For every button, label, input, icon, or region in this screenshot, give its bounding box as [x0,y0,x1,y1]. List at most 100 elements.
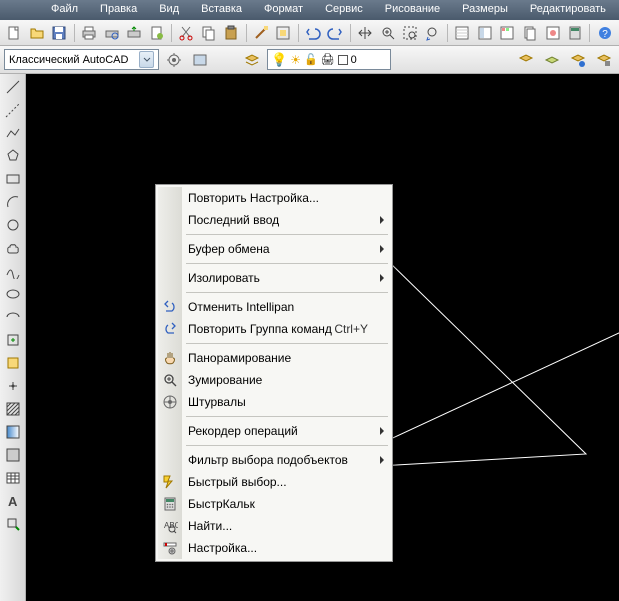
bulb-icon: 💡 [271,52,287,68]
print-button[interactable] [79,22,100,44]
undo-button[interactable] [303,22,324,44]
ellipse-arc-tool[interactable] [2,306,24,328]
chevron-right-icon [380,216,384,224]
polygon-tool[interactable] [2,145,24,167]
mtext-tool[interactable]: A [2,490,24,512]
ctx-clipboard[interactable]: Буфер обмена [158,238,390,260]
layer-name: 0 [351,54,357,66]
copy-button[interactable] [198,22,219,44]
chevron-right-icon [380,456,384,464]
ctx-find[interactable]: ABC Найти... [158,515,390,537]
save-button[interactable] [49,22,70,44]
menu-draw[interactable]: Рисование [374,0,451,20]
my-workspace-button[interactable] [189,49,211,71]
ctx-pan[interactable]: Панорамирование [158,347,390,369]
ctx-action-recorder[interactable]: Рекордер операций [158,420,390,442]
redo-button[interactable] [325,22,346,44]
options-icon [162,540,178,556]
layer-props-button[interactable] [241,49,263,71]
line-tool[interactable] [2,76,24,98]
polyline-tool[interactable] [2,122,24,144]
svg-text:A: A [8,494,18,509]
construction-line-tool[interactable] [2,99,24,121]
ctx-subobject-filter[interactable]: Фильтр выбора подобъектов [158,449,390,471]
secondary-toolbar: Классический AutoCAD 💡 ☀ 🔓 🖨 0 [0,46,619,74]
sun-icon: ☀ [290,53,301,67]
ctx-redo[interactable]: Повторить Группа команд Ctrl+Y [158,318,390,340]
quick-select-icon [162,474,178,490]
draw-toolbar: A [0,74,26,601]
workspace-settings-button[interactable] [163,49,185,71]
layer-combo[interactable]: 💡 ☀ 🔓 🖨 0 [267,49,391,70]
ctx-zoom[interactable]: Зумирование [158,369,390,391]
ctx-last-input[interactable]: Последний ввод [158,209,390,231]
help-button[interactable]: ? [594,22,615,44]
publish-button[interactable] [124,22,145,44]
zoom-realtime-button[interactable] [377,22,398,44]
menu-insert[interactable]: Вставка [190,0,253,20]
circle-tool[interactable] [2,214,24,236]
undo-icon [162,299,178,315]
match-props-button[interactable] [251,22,272,44]
new-button[interactable] [4,22,25,44]
workspace-combo[interactable]: Классический AutoCAD [4,49,159,70]
point-tool[interactable] [2,375,24,397]
paste-button[interactable] [221,22,242,44]
hatch-tool[interactable] [2,398,24,420]
menu-tools[interactable]: Сервис [314,0,374,20]
pan-icon [162,350,178,366]
properties-button[interactable] [452,22,473,44]
design-center-button[interactable] [475,22,496,44]
table-tool[interactable] [2,467,24,489]
add-selected-tool[interactable] [2,513,24,535]
svg-text:ABC: ABC [164,521,178,530]
sheet-set-button[interactable] [520,22,541,44]
ctx-quick-select[interactable]: Быстрый выбор... [158,471,390,493]
menu-modify[interactable]: Редактировать [519,0,617,20]
make-block-tool[interactable] [2,352,24,374]
menu-edit[interactable]: Правка [89,0,148,20]
layer-iso-button[interactable] [567,49,589,71]
redo-icon [162,321,178,337]
markup-button[interactable] [542,22,563,44]
gradient-tool[interactable] [2,421,24,443]
plot-icon: 🖨 [321,53,335,66]
pan-button[interactable] [355,22,376,44]
cut-button[interactable] [176,22,197,44]
ctx-options[interactable]: Настройка... [158,537,390,559]
menu-dimension[interactable]: Размеры [451,0,519,20]
ctx-steering-wheels[interactable]: Штурвалы [158,391,390,413]
arc-tool[interactable] [2,191,24,213]
ctx-undo[interactable]: Отменить Intellipan [158,296,390,318]
print-preview-button[interactable] [101,22,122,44]
revision-cloud-tool[interactable] [2,237,24,259]
ctx-quickcalc[interactable]: БыстрКальк [158,493,390,515]
ctx-repeat[interactable]: Повторить Настройка... [158,187,390,209]
menu-view[interactable]: Вид [148,0,190,20]
chevron-right-icon [380,427,384,435]
ctx-isolate[interactable]: Изолировать [158,267,390,289]
menu-format[interactable]: Формат [253,0,314,20]
spline-tool[interactable] [2,260,24,282]
color-swatch [338,55,348,65]
layer-states-button[interactable] [515,49,537,71]
steering-icon [162,394,178,410]
rectangle-tool[interactable] [2,168,24,190]
zoom-previous-button[interactable] [422,22,443,44]
zoom-window-button[interactable] [400,22,421,44]
standard-toolbar: ? [0,20,619,46]
ellipse-tool[interactable] [2,283,24,305]
menu-file[interactable]: Файл [40,0,89,20]
layer-match-button[interactable] [593,49,615,71]
insert-block-tool[interactable] [2,329,24,351]
layer-previous-button[interactable] [541,49,563,71]
quickcalc-button[interactable] [565,22,586,44]
tool-palettes-button[interactable] [497,22,518,44]
plot-styles-button[interactable] [146,22,167,44]
open-button[interactable] [27,22,48,44]
svg-text:?: ? [602,29,608,40]
block-editor-button[interactable] [273,22,294,44]
zoom-icon [162,372,178,388]
region-tool[interactable] [2,444,24,466]
menubar: Файл Правка Вид Вставка Формат Сервис Ри… [0,0,619,20]
